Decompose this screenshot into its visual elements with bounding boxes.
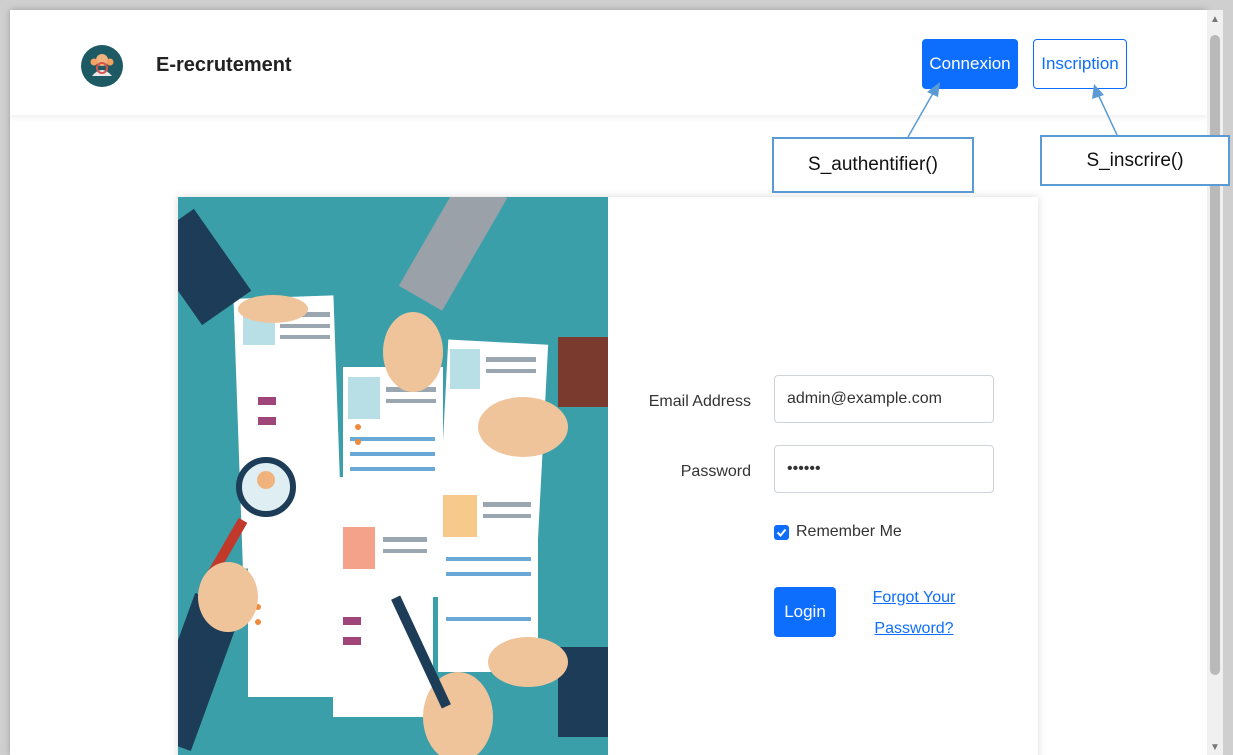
scroll-up-icon[interactable]: ▲ (1210, 14, 1220, 25)
checkmark-icon (776, 528, 787, 537)
forgot-line2: Password? (874, 620, 954, 637)
vertical-scrollbar[interactable]: ▲ ▼ (1207, 10, 1223, 755)
email-label: Email Address (648, 393, 751, 410)
remember-label: Remember Me (796, 523, 902, 540)
authentifier-annotation: S_authentifier() (772, 137, 974, 193)
browser-window: E-recrutement Connexion Inscription Emai… (10, 10, 1207, 755)
password-label: Password (680, 463, 751, 480)
inscrire-annotation: S_inscrire() (1040, 135, 1230, 186)
scroll-down-icon[interactable]: ▼ (1210, 742, 1220, 753)
forgot-password-link[interactable]: Forgot Your Password? (864, 582, 964, 644)
forgot-line1: Forgot Your (872, 589, 956, 606)
login-card: Email Address Password •••••• Remember M… (178, 197, 1038, 755)
brand-title: E-recrutement (156, 54, 292, 76)
remember-checkbox[interactable] (774, 525, 789, 540)
connexion-button[interactable]: Connexion (922, 39, 1018, 89)
inscription-button[interactable]: Inscription (1033, 39, 1127, 89)
email-input[interactable] (774, 375, 994, 423)
scroll-thumb[interactable] (1210, 35, 1220, 675)
recruitment-illustration (178, 197, 608, 755)
password-input[interactable]: •••••• (774, 445, 994, 493)
navbar: E-recrutement Connexion Inscription (10, 10, 1207, 115)
login-button[interactable]: Login (774, 587, 836, 637)
recruitment-logo-icon (80, 38, 124, 94)
